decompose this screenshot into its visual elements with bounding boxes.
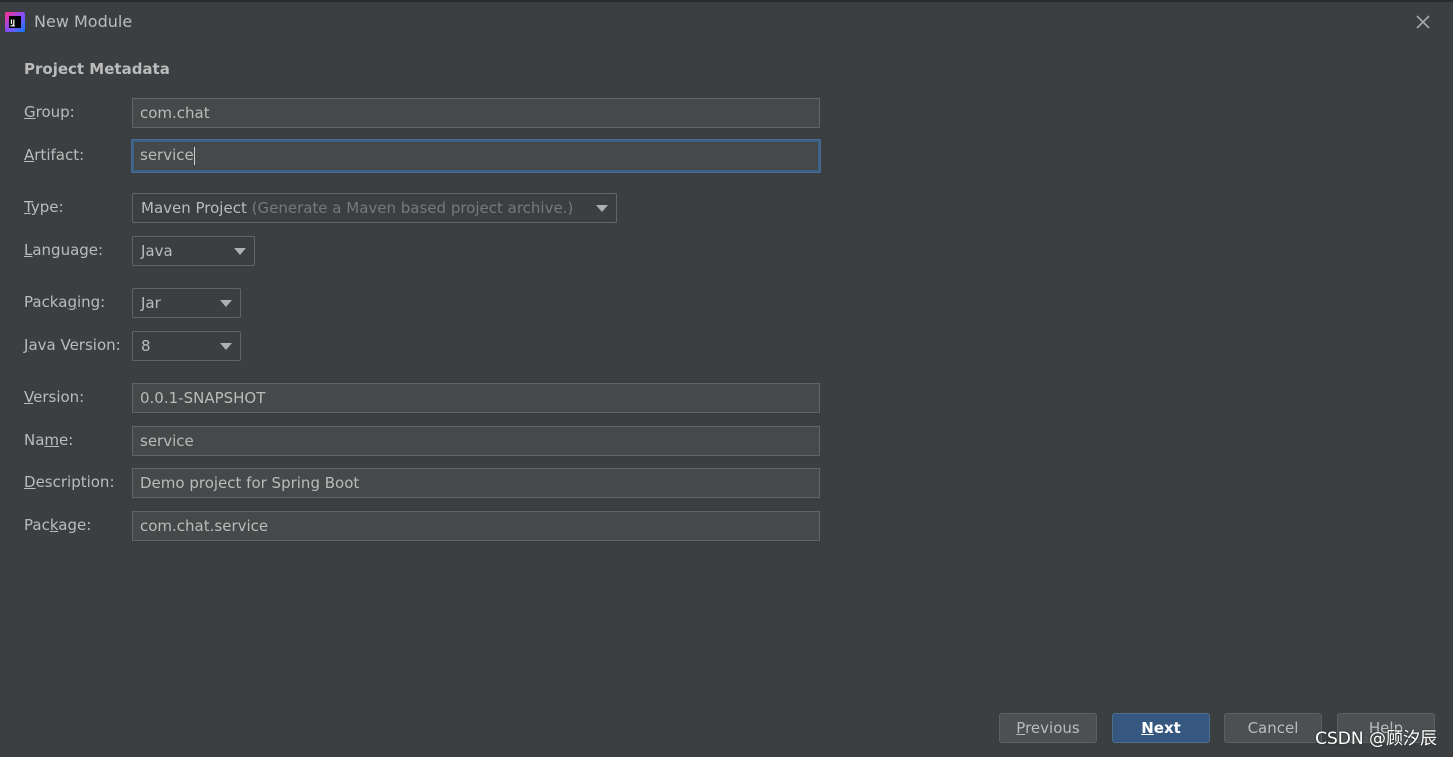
type-hint: (Generate a Maven based project archive.… <box>251 199 574 217</box>
java-version-value: 8 <box>141 337 151 355</box>
group-field[interactable]: com.chat <box>132 98 820 128</box>
csdn-watermark: CSDN @顾汐辰 <box>1315 729 1437 749</box>
close-icon[interactable] <box>1413 12 1433 32</box>
title-bar: IJ New Module <box>0 0 1453 42</box>
name-label: Name: <box>24 431 74 449</box>
group-label: Group: <box>24 103 75 121</box>
dropdown-arrow-icon <box>596 205 608 212</box>
artifact-label: Artifact: <box>24 146 85 164</box>
next-button[interactable]: Next <box>1112 713 1210 743</box>
language-label: Language: <box>24 241 104 259</box>
section-title: Project Metadata <box>24 60 170 78</box>
type-value: Maven Project <box>141 199 247 217</box>
dropdown-arrow-icon <box>234 248 246 255</box>
intellij-icon: IJ <box>5 12 25 32</box>
artifact-value: service <box>140 146 194 164</box>
artifact-field[interactable]: service <box>132 140 820 172</box>
package-field[interactable]: com.chat.service <box>132 511 820 541</box>
description-label: Description: <box>24 473 115 491</box>
dropdown-arrow-icon <box>220 343 232 350</box>
java-version-label: Java Version: <box>24 336 121 354</box>
version-field[interactable]: 0.0.1-SNAPSHOT <box>132 383 820 413</box>
packaging-combobox[interactable]: Jar <box>132 288 241 318</box>
package-label: Package: <box>24 516 92 534</box>
type-label: Type: <box>24 198 64 216</box>
packaging-label: Packaging: <box>24 293 106 311</box>
previous-button[interactable]: Previous <box>999 713 1097 743</box>
text-caret <box>193 146 195 165</box>
dropdown-arrow-icon <box>220 300 232 307</box>
java-version-combobox[interactable]: 8 <box>132 331 241 361</box>
language-combobox[interactable]: Java <box>132 236 255 266</box>
description-field[interactable]: Demo project for Spring Boot <box>132 468 820 498</box>
packaging-value: Jar <box>141 294 161 312</box>
window-title: New Module <box>34 12 133 31</box>
cancel-button[interactable]: Cancel <box>1224 713 1322 743</box>
type-combobox[interactable]: Maven Project (Generate a Maven based pr… <box>132 193 617 223</box>
language-value: Java <box>141 242 173 260</box>
svg-text:IJ: IJ <box>10 18 15 26</box>
version-label: Version: <box>24 388 85 406</box>
name-field[interactable]: service <box>132 426 820 456</box>
